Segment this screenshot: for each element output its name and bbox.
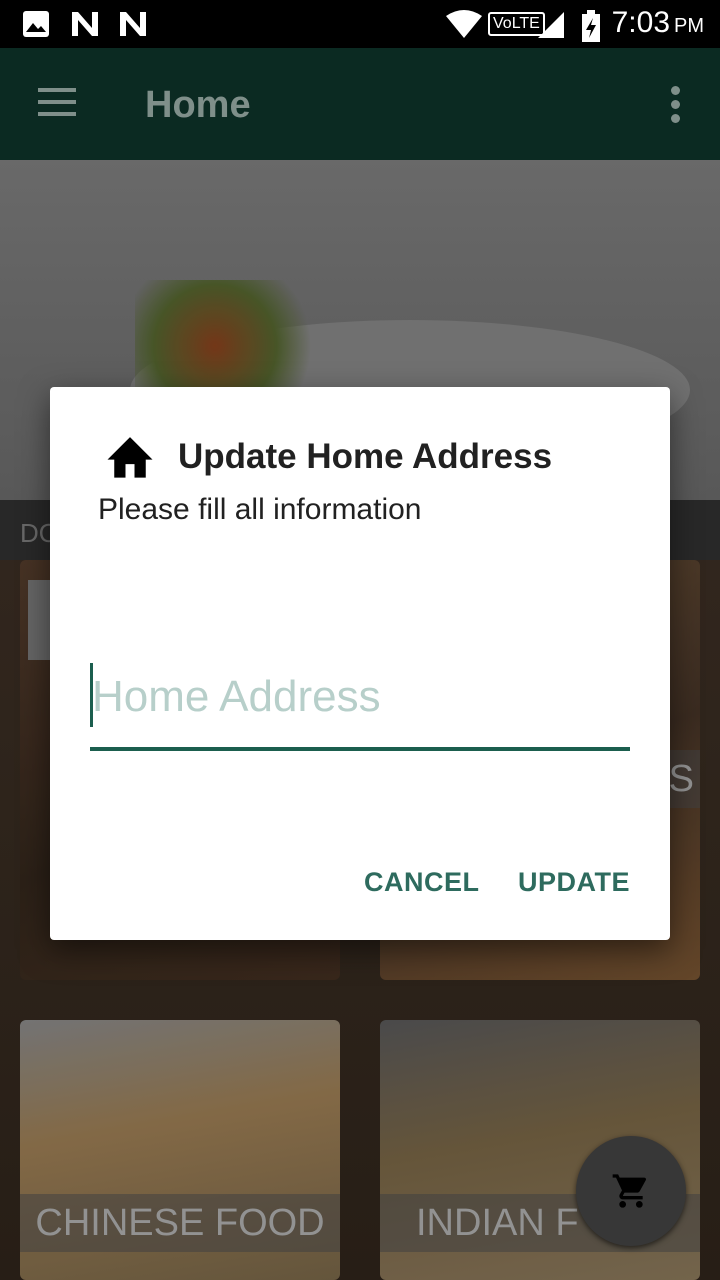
n-notification-icon	[72, 12, 98, 36]
image-icon	[23, 11, 49, 37]
time-ampm: PM	[674, 15, 704, 37]
more-vert-icon[interactable]	[671, 86, 680, 128]
battery-charging-icon	[582, 10, 600, 42]
home-address-input[interactable]	[90, 657, 632, 737]
status-time: 7:03 PM	[612, 6, 704, 40]
wifi-icon	[446, 10, 482, 38]
page-title: Home	[145, 84, 251, 126]
signal-icon	[538, 12, 564, 38]
home-icon	[107, 437, 153, 478]
app-bar	[0, 48, 720, 160]
menu-icon[interactable]	[38, 88, 76, 124]
time-value: 7:03	[611, 6, 670, 39]
dialog-message: Please fill all information	[98, 493, 422, 526]
n-notification-icon	[120, 12, 146, 36]
home-address-field	[90, 657, 632, 751]
dialog-title: Update Home Address	[178, 437, 553, 476]
cancel-button[interactable]: CANCEL	[364, 867, 480, 898]
text-cursor	[90, 663, 93, 727]
update-address-dialog: Update Home Address Please fill all info…	[50, 387, 670, 940]
status-bar: VoLTE 7:03 PM	[0, 0, 720, 48]
update-button[interactable]: UPDATE	[518, 867, 630, 898]
